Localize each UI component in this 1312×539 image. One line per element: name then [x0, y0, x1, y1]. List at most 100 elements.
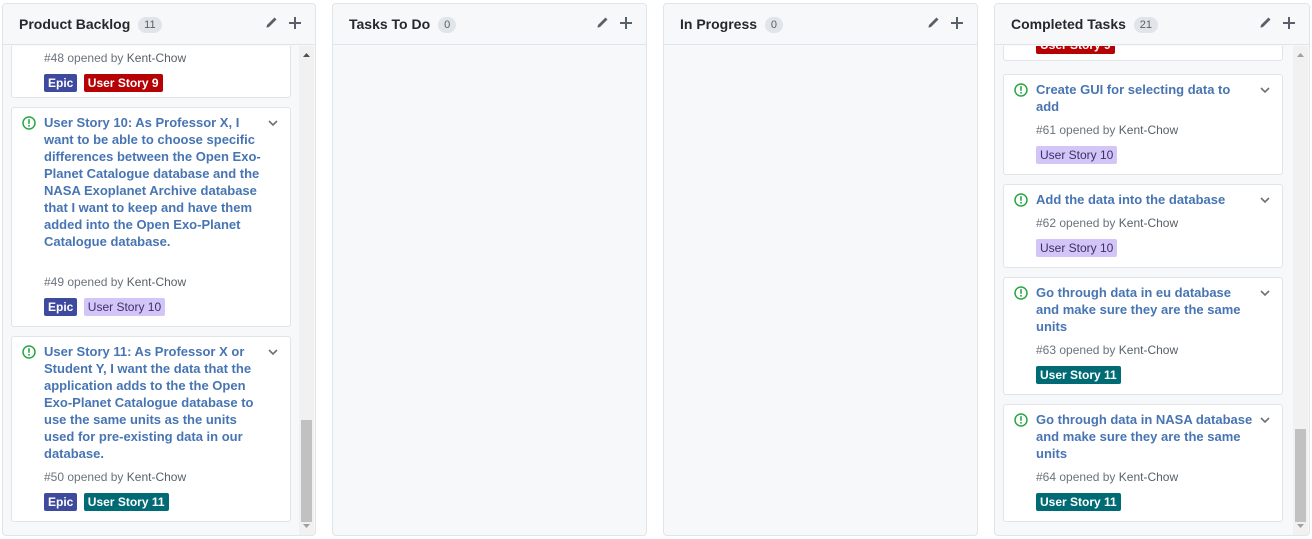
- column-actions: [263, 15, 303, 35]
- label-epic[interactable]: Epic: [44, 298, 78, 316]
- pencil-icon[interactable]: [594, 15, 610, 31]
- column-header: Tasks To Do 0: [333, 4, 646, 45]
- issue-title[interactable]: User Story 11: As Professor X or Student…: [44, 343, 264, 462]
- issue-opened-by: opened by: [67, 470, 124, 484]
- issue-open-icon: [1014, 83, 1028, 97]
- column-scrollbar[interactable]: [1293, 46, 1308, 535]
- issue-labels: Epic User Story 9: [44, 74, 165, 92]
- issue-author[interactable]: Kent-Chow: [1119, 470, 1178, 484]
- issue-author[interactable]: Kent-Chow: [127, 51, 186, 65]
- scroll-down-arrow-icon[interactable]: [299, 519, 314, 533]
- pencil-icon[interactable]: [925, 15, 941, 31]
- column-count-badge: 0: [764, 17, 784, 33]
- column-count-badge: 21: [1133, 17, 1159, 33]
- issue-labels: Epic User Story 10: [44, 298, 167, 316]
- issue-meta: #50 opened by Kent-Chow: [44, 470, 186, 484]
- issue-opened-by: opened by: [67, 275, 124, 289]
- plus-icon[interactable]: [1281, 15, 1297, 31]
- chevron-down-icon[interactable]: [1258, 193, 1272, 207]
- column-header: In Progress 0: [664, 4, 977, 45]
- issue-opened-by: opened by: [1059, 343, 1116, 357]
- issue-labels: User Story 9: [1036, 46, 1117, 54]
- label-user-story[interactable]: User Story 9: [1036, 46, 1115, 54]
- issue-card[interactable]: Add the data into the database #62 opene…: [1003, 184, 1283, 268]
- pencil-icon[interactable]: [1257, 15, 1273, 31]
- issue-title[interactable]: Add the data into the database: [1036, 191, 1254, 208]
- column-title: Tasks To Do 0: [349, 16, 457, 33]
- issue-card[interactable]: User Story 11: As Professor X or Student…: [11, 336, 291, 522]
- label-epic[interactable]: Epic: [44, 74, 78, 92]
- issue-open-icon: [1014, 193, 1028, 207]
- issue-card[interactable]: Go through data in NASA database and mak…: [1003, 404, 1283, 522]
- issue-number: #61: [1036, 123, 1057, 137]
- issue-labels: User Story 10: [1036, 146, 1119, 164]
- issue-labels: User Story 10: [1036, 239, 1119, 257]
- scroll-up-arrow-icon[interactable]: [299, 48, 314, 62]
- label-user-story[interactable]: User Story 9: [83, 74, 163, 92]
- column-scrollbar[interactable]: [299, 46, 314, 535]
- issue-number: #49: [44, 275, 65, 289]
- column-completed-tasks: Completed Tasks 21 User Story 9: [994, 3, 1310, 536]
- chevron-down-icon[interactable]: [266, 345, 280, 359]
- scroll-up-arrow-icon[interactable]: [1293, 48, 1308, 62]
- label-user-story[interactable]: User Story 11: [1036, 493, 1121, 511]
- issue-author[interactable]: Kent-Chow: [1119, 343, 1178, 357]
- issue-title[interactable]: Go through data in NASA database and mak…: [1036, 411, 1254, 462]
- issue-author[interactable]: Kent-Chow: [127, 275, 186, 289]
- issue-number: #64: [1036, 470, 1057, 484]
- column-name: Product Backlog: [19, 16, 131, 32]
- issue-meta: #63 opened by Kent-Chow: [1036, 343, 1178, 357]
- label-user-story[interactable]: User Story 10: [83, 298, 166, 316]
- chevron-down-icon[interactable]: [1258, 83, 1272, 97]
- issue-card[interactable]: User Story 10: As Professor X, I want to…: [11, 107, 291, 327]
- label-user-story[interactable]: User Story 11: [83, 493, 169, 511]
- column-name: Tasks To Do: [349, 16, 431, 32]
- issue-meta: #62 opened by Kent-Chow: [1036, 216, 1178, 230]
- label-user-story[interactable]: User Story 10: [1036, 239, 1118, 257]
- column-body: User Story 9 Create GUI for selecting da…: [995, 46, 1309, 535]
- label-user-story[interactable]: User Story 11: [1036, 366, 1121, 384]
- plus-icon[interactable]: [618, 15, 634, 31]
- column-name: Completed Tasks: [1011, 16, 1126, 32]
- issue-open-icon: [22, 116, 36, 130]
- column-header: Completed Tasks 21: [995, 4, 1309, 45]
- issue-meta: #49 opened by Kent-Chow: [44, 275, 186, 289]
- plus-icon[interactable]: [949, 15, 965, 31]
- issue-number: #48: [44, 51, 65, 65]
- column-product-backlog: Product Backlog 11 #48 opened by Kent-Ch…: [2, 3, 316, 536]
- scroll-down-arrow-icon[interactable]: [1293, 519, 1308, 533]
- column-body: [664, 46, 977, 535]
- issue-opened-by: opened by: [1059, 216, 1116, 230]
- issue-title[interactable]: User Story 10: As Professor X, I want to…: [44, 114, 264, 250]
- label-epic[interactable]: Epic: [44, 493, 78, 511]
- issue-title[interactable]: Go through data in eu database and make …: [1036, 284, 1254, 335]
- issue-number: #63: [1036, 343, 1057, 357]
- chevron-down-icon[interactable]: [1258, 286, 1272, 300]
- issue-author[interactable]: Kent-Chow: [1119, 123, 1178, 137]
- column-in-progress: In Progress 0: [663, 3, 978, 536]
- issue-card[interactable]: User Story 9: [1003, 46, 1283, 61]
- issue-open-icon: [1014, 413, 1028, 427]
- issue-title[interactable]: Create GUI for selecting data to add: [1036, 81, 1254, 115]
- issue-card[interactable]: Create GUI for selecting data to add #61…: [1003, 74, 1283, 175]
- issue-meta: #64 opened by Kent-Chow: [1036, 470, 1178, 484]
- issue-author[interactable]: Kent-Chow: [1119, 216, 1178, 230]
- issue-number: #50: [44, 470, 65, 484]
- issue-opened-by: opened by: [1059, 123, 1116, 137]
- label-user-story[interactable]: User Story 10: [1036, 146, 1118, 164]
- column-title: Product Backlog 11: [19, 16, 162, 33]
- column-actions: [594, 15, 634, 35]
- column-title: Completed Tasks 21: [1011, 16, 1159, 33]
- plus-icon[interactable]: [287, 15, 303, 31]
- issue-card[interactable]: Go through data in eu database and make …: [1003, 277, 1283, 395]
- chevron-down-icon[interactable]: [266, 116, 280, 130]
- scrollbar-thumb[interactable]: [1295, 429, 1306, 522]
- column-tasks-to-do: Tasks To Do 0: [332, 3, 647, 536]
- issue-author[interactable]: Kent-Chow: [127, 470, 186, 484]
- issue-card[interactable]: #48 opened by Kent-Chow Epic User Story …: [11, 46, 291, 98]
- chevron-down-icon[interactable]: [1258, 413, 1272, 427]
- scrollbar-thumb[interactable]: [301, 420, 312, 522]
- issue-number: #62: [1036, 216, 1057, 230]
- pencil-icon[interactable]: [263, 15, 279, 31]
- column-count-badge: 0: [438, 17, 457, 33]
